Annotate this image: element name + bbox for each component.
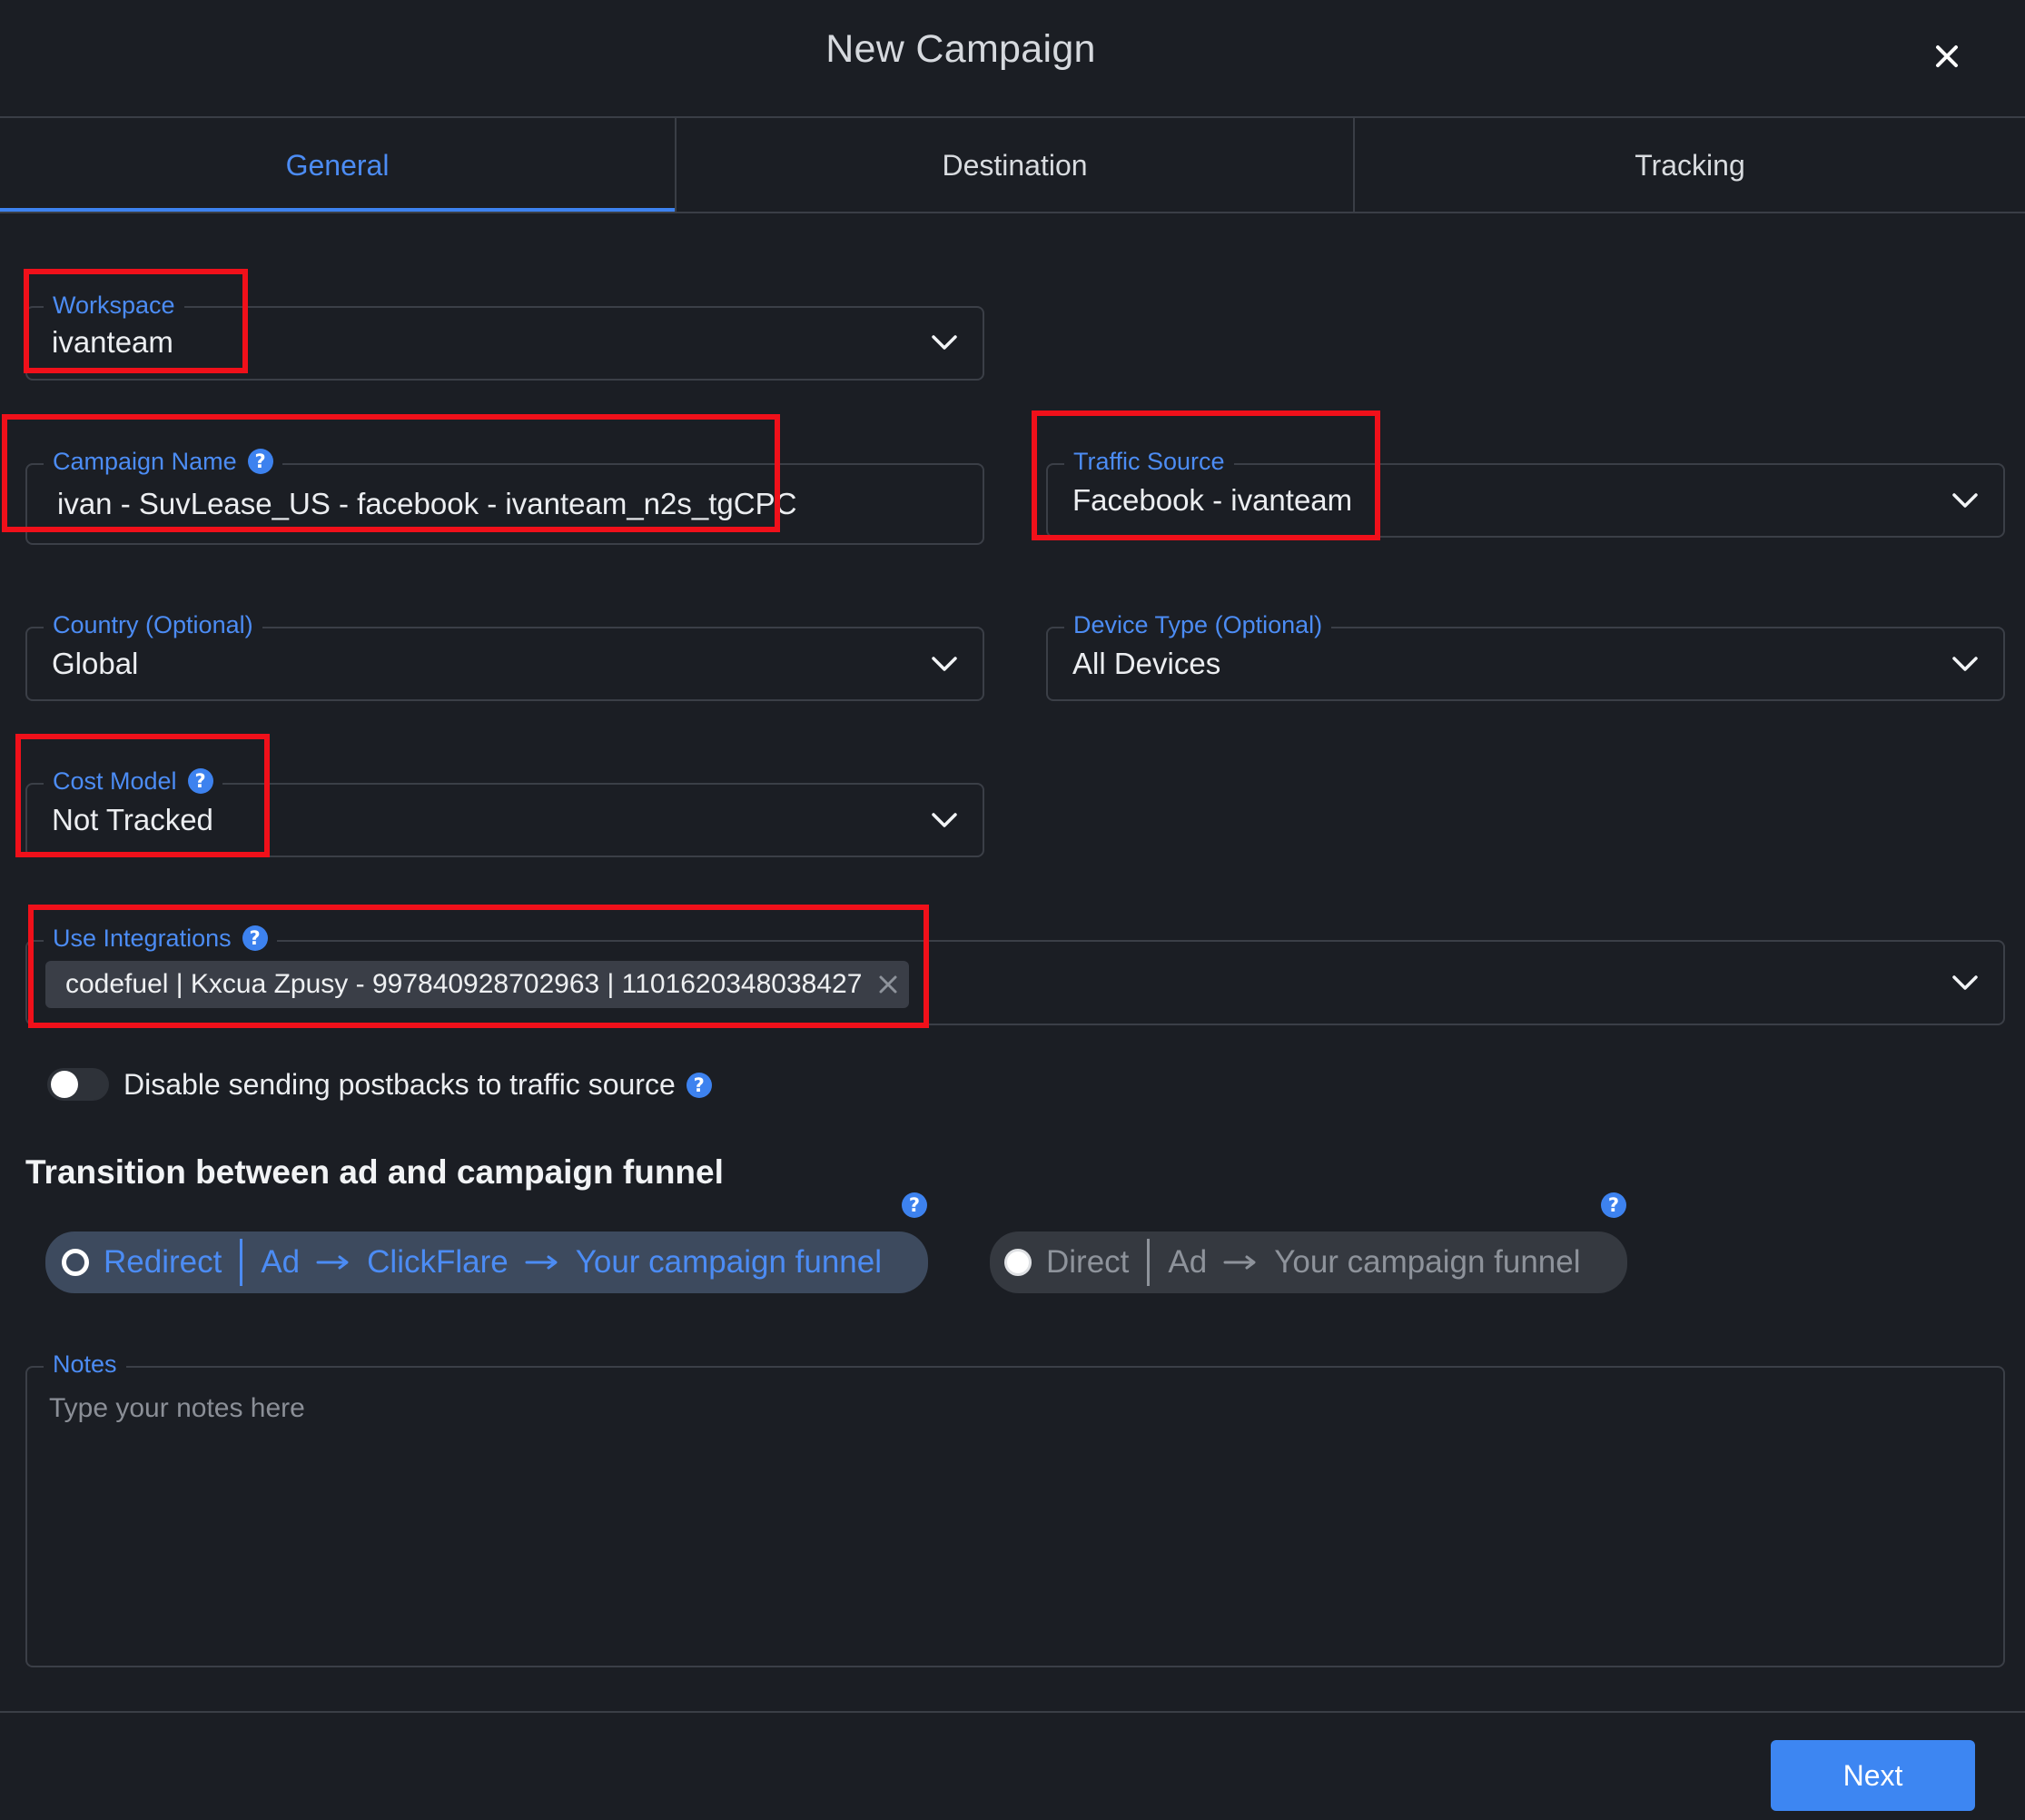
arrow-right-icon xyxy=(1223,1255,1258,1270)
chevron-down-icon[interactable] xyxy=(1947,487,1983,514)
step-ad: Ad xyxy=(1168,1244,1208,1280)
postback-toggle[interactable] xyxy=(47,1068,109,1101)
redirect-option[interactable]: Redirect Ad ClickFlare Your campaign fun… xyxy=(45,1231,928,1293)
pill-divider xyxy=(1147,1239,1151,1286)
chevron-down-icon[interactable] xyxy=(926,329,963,356)
step-campaign-funnel: Your campaign funnel xyxy=(575,1244,883,1280)
next-button[interactable]: Next xyxy=(1771,1740,1975,1811)
chevron-down-icon[interactable] xyxy=(1947,969,1983,996)
redirect-mode-label: Redirect xyxy=(104,1244,222,1280)
annotation-highlight xyxy=(1032,410,1380,540)
annotation-highlight xyxy=(2,414,780,532)
tab-general[interactable]: General xyxy=(0,118,675,213)
help-icon[interactable]: ? xyxy=(902,1192,927,1218)
direct-mode-label: Direct xyxy=(1046,1244,1130,1280)
pill-divider xyxy=(240,1239,243,1286)
step-ad: Ad xyxy=(261,1244,301,1280)
step-clickflare: ClickFlare xyxy=(367,1244,509,1280)
direct-option[interactable]: Direct Ad Your campaign funnel xyxy=(990,1231,1627,1293)
annotation-highlight xyxy=(24,269,248,373)
arrow-right-icon xyxy=(525,1255,559,1270)
tabs-divider xyxy=(0,212,2025,213)
country-value: Global xyxy=(52,647,139,680)
notes-label: Notes xyxy=(44,1350,126,1379)
device-type-label: Device Type (Optional) xyxy=(1064,610,1332,639)
step-campaign-funnel: Your campaign funnel xyxy=(1274,1244,1581,1280)
chevron-down-icon[interactable] xyxy=(926,806,963,834)
chevron-down-icon[interactable] xyxy=(926,650,963,678)
footer-divider xyxy=(0,1711,2025,1713)
radio-icon[interactable] xyxy=(62,1249,89,1276)
notes-textarea[interactable] xyxy=(25,1366,2005,1667)
chevron-down-icon[interactable] xyxy=(1947,650,1983,678)
arrow-right-icon xyxy=(316,1255,351,1270)
annotation-highlight xyxy=(15,734,270,857)
toggle-knob xyxy=(51,1071,78,1098)
postback-toggle-label: Disable sending postbacks to traffic sou… xyxy=(123,1068,712,1102)
notes-placeholder: Type your notes here xyxy=(49,1393,305,1423)
dialog-title: New Campaign xyxy=(825,27,1096,71)
tab-tracking[interactable]: Tracking xyxy=(1355,118,2025,213)
help-icon[interactable]: ? xyxy=(1601,1192,1626,1218)
annotation-highlight xyxy=(28,905,929,1028)
tab-destination[interactable]: Destination xyxy=(677,118,1353,213)
transition-section-title: Transition between ad and campaign funne… xyxy=(25,1153,724,1191)
radio-icon[interactable] xyxy=(1004,1249,1032,1276)
country-label: Country (Optional) xyxy=(44,610,262,639)
help-icon[interactable]: ? xyxy=(686,1072,712,1098)
close-icon[interactable] xyxy=(1927,36,1967,76)
device-type-value: All Devices xyxy=(1072,647,1221,680)
